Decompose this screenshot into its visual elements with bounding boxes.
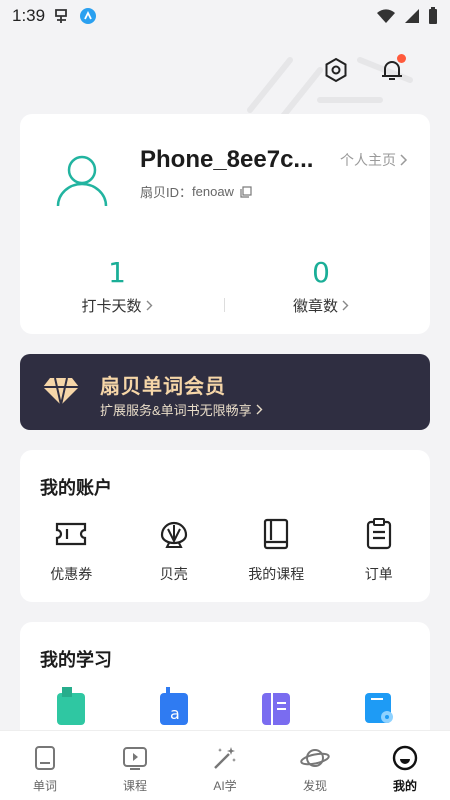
coupon-icon — [56, 522, 87, 546]
my-account-card: 我的账户 优惠券 贝壳 我的课程 订单 — [20, 450, 430, 602]
shanbay-id-row: 扇贝ID： fenoaw — [140, 182, 252, 201]
bottom-tab-bar: 单词 课程 AI学 发现 我的 — [0, 730, 450, 800]
settings-button[interactable] — [318, 52, 354, 88]
tab-mine[interactable]: 我的 — [360, 731, 450, 800]
app-notification-icon — [55, 9, 67, 23]
copy-icon[interactable] — [240, 185, 252, 198]
shell-entry[interactable]: 贝壳 — [123, 516, 226, 584]
tab-courses[interactable]: 课程 — [90, 731, 180, 800]
shanbay-id-value: fenoaw — [192, 184, 234, 199]
notification-dot — [397, 54, 406, 63]
chevron-right-icon — [146, 300, 152, 311]
tab-mine-label: 我的 — [392, 779, 417, 793]
my-account-title: 我的账户 — [40, 478, 112, 498]
signal-icon — [405, 9, 419, 23]
wifi-icon — [377, 9, 395, 23]
tab-discover-label: 发现 — [302, 779, 327, 793]
orders-label: 订单 — [364, 566, 393, 582]
shanbay-id-label: 扇贝ID： — [140, 185, 193, 200]
tab-words[interactable]: 单词 — [0, 731, 90, 800]
orders-entry[interactable]: 订单 — [328, 516, 431, 584]
badges-value: 0 — [312, 256, 330, 289]
tab-ai-study[interactable]: AI学 — [180, 731, 270, 800]
purple-notebook-icon — [262, 693, 291, 725]
top-actions — [318, 52, 410, 88]
shell-icon — [160, 521, 187, 548]
chevron-right-icon — [342, 300, 349, 311]
magic-wand-icon — [214, 747, 236, 769]
study-entry-green-book[interactable] — [20, 687, 123, 725]
tab-ai-study-label: AI学 — [213, 779, 237, 793]
shanbay-status-icon — [80, 8, 97, 24]
checkin-days-value: 1 — [108, 256, 126, 289]
green-book-icon — [57, 687, 86, 725]
username: Phone_8ee7c... — [140, 146, 314, 173]
shell-label: 贝壳 — [159, 566, 188, 582]
badges-stat[interactable]: 0 徽章数 — [246, 256, 396, 316]
homepage-link-label: 个人主页 — [340, 152, 396, 168]
my-study-title: 我的学习 — [40, 650, 112, 670]
svg-text:a: a — [170, 704, 180, 723]
checkin-days-label: 打卡天数 — [81, 298, 142, 315]
blue-word-book-icon: a — [159, 687, 188, 725]
course-book-icon — [264, 518, 289, 550]
smiley-face-icon — [392, 745, 418, 771]
badges-label: 徽章数 — [292, 298, 338, 315]
tab-words-label: 单词 — [32, 779, 57, 793]
checkin-days-stat[interactable]: 1 打卡天数 — [42, 256, 192, 316]
tab-discover[interactable]: 发现 — [270, 731, 360, 800]
tab-courses-label: 课程 — [122, 779, 147, 793]
my-courses-label: 我的课程 — [248, 566, 305, 582]
blue-settings-book-icon — [364, 693, 393, 723]
study-entry-notebook[interactable] — [225, 688, 328, 725]
stat-divider — [224, 298, 225, 312]
video-play-icon — [123, 747, 147, 770]
notification-button[interactable] — [374, 52, 410, 88]
planet-icon — [300, 749, 330, 767]
diamond-icon — [43, 377, 79, 406]
homepage-link[interactable]: 个人主页 — [340, 150, 408, 170]
chevron-right-icon — [256, 404, 263, 415]
coupon-label: 优惠券 — [50, 566, 93, 582]
status-bar: 1:39 — [0, 0, 450, 32]
my-courses-entry[interactable]: 我的课程 — [225, 516, 328, 584]
battery-icon — [429, 7, 437, 24]
study-entry-word-book[interactable]: a — [123, 687, 226, 725]
hexagon-settings-icon — [325, 57, 347, 83]
chevron-right-icon — [400, 154, 408, 166]
order-clipboard-icon — [366, 518, 391, 550]
status-time: 1:39 — [12, 6, 46, 25]
word-card-icon — [35, 746, 55, 770]
coupon-entry[interactable]: 优惠券 — [20, 516, 123, 584]
avatar-icon[interactable] — [52, 150, 112, 210]
vip-subtitle: 扩展服务&单词书无限畅享 — [100, 403, 252, 418]
profile-card: Phone_8ee7c... 个人主页 扇贝ID： fenoaw 1 打卡天数 … — [20, 114, 430, 334]
vip-title: 扇贝单词会员 — [100, 376, 226, 398]
vip-membership-banner[interactable]: 扇贝单词会员 扩展服务&单词书无限畅享 — [20, 354, 430, 430]
study-entry-settings-book[interactable] — [328, 688, 431, 724]
